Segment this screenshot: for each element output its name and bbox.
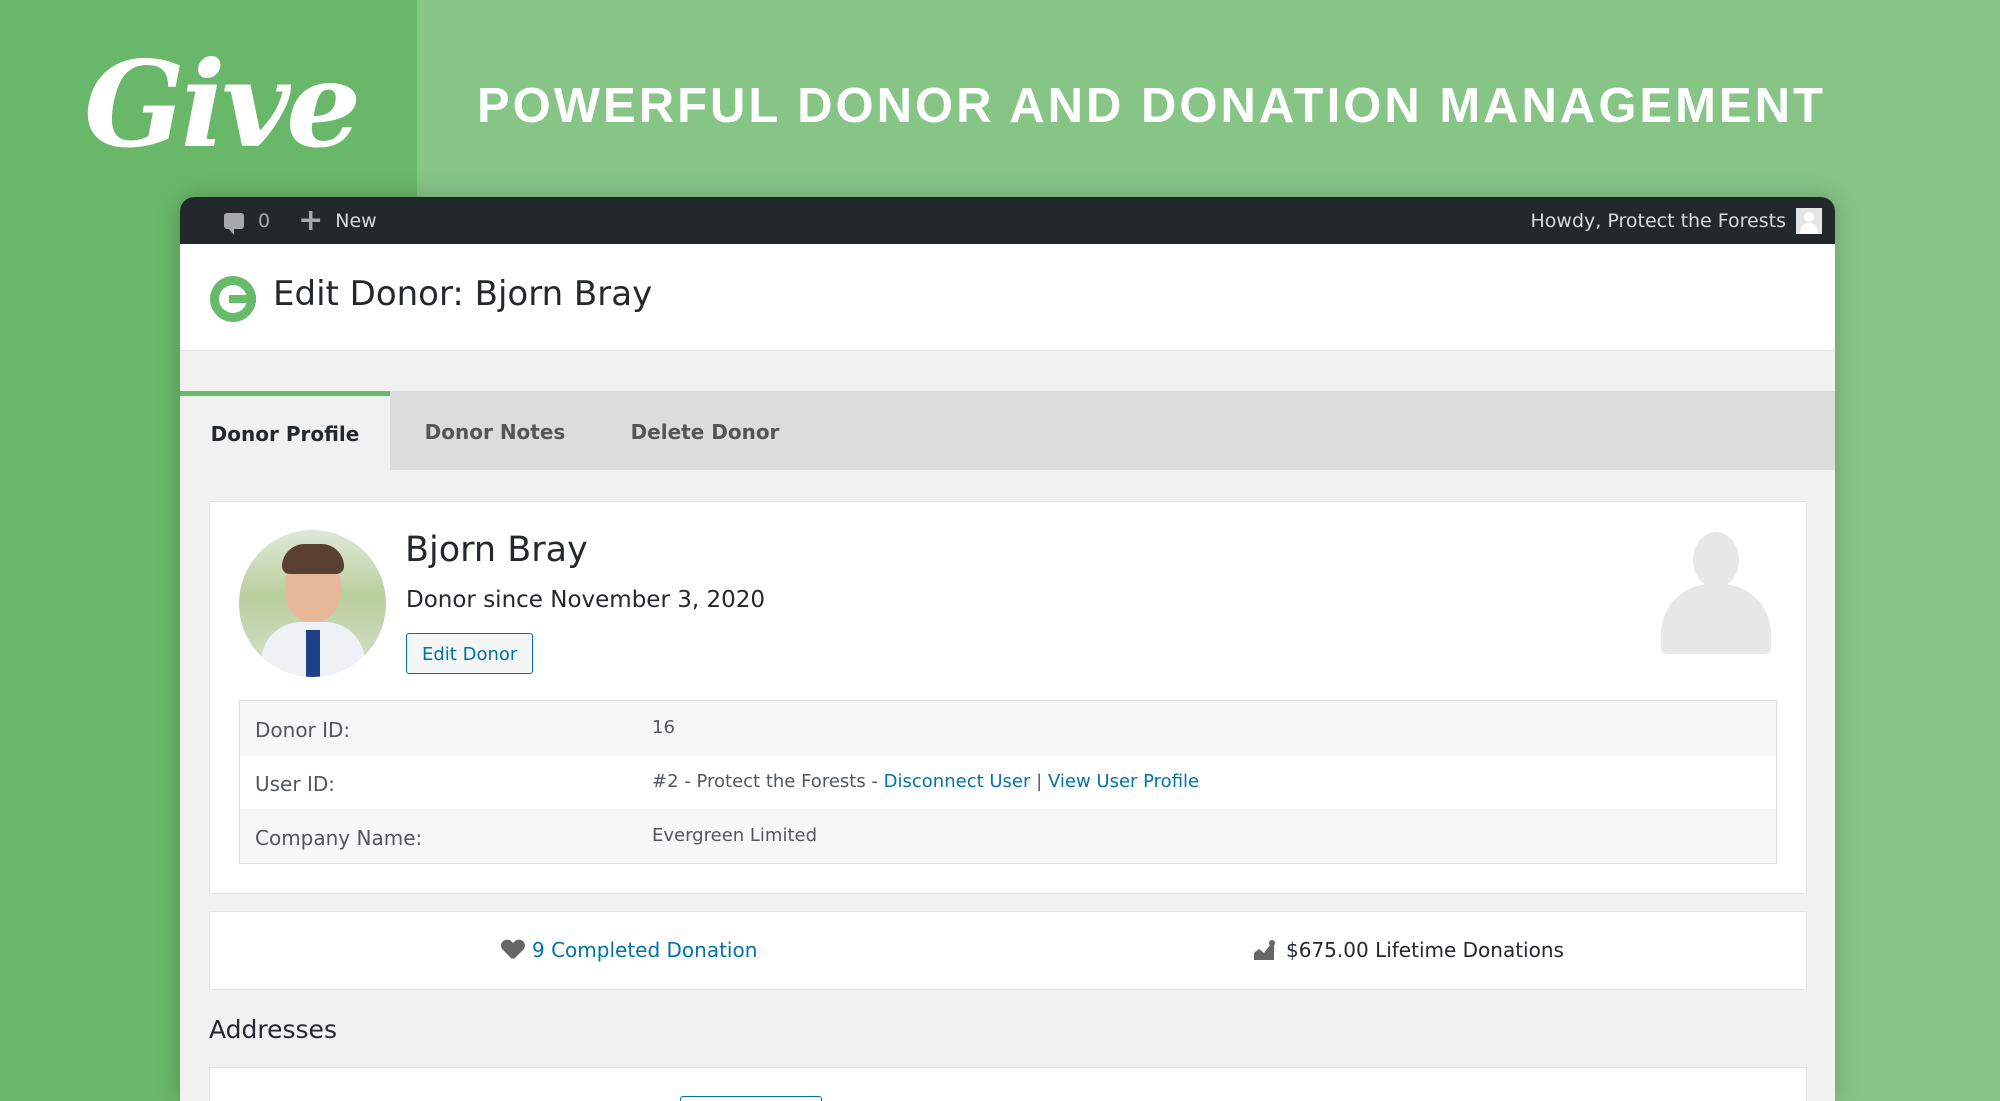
give-logo: Give [84, 35, 361, 174]
table-row: Company Name: Evergreen Limited [240, 809, 1776, 863]
account-menu[interactable]: Howdy, Protect the Forests [1531, 197, 1822, 244]
page-header: Edit Donor: Bjorn Bray [180, 244, 1835, 351]
company-name-label: Company Name: [255, 826, 423, 850]
donor-id-value: 16 [652, 717, 675, 738]
donor-profile-card: Bjorn Bray Donor since November 3, 2020 … [209, 501, 1807, 894]
admin-window: 0 + New Howdy, Protect the Forests Edit … [180, 197, 1835, 1101]
disconnect-user-link[interactable]: Disconnect User [884, 771, 1031, 792]
donor-placeholder-icon [1661, 532, 1771, 654]
user-id-text: #2 - Protect the Forests - [652, 771, 884, 792]
edit-donor-button[interactable]: Edit Donor [406, 633, 534, 674]
user-id-label: User ID: [255, 772, 335, 796]
lifetime-donations-text: $675.00 Lifetime Donations [1286, 938, 1564, 962]
donor-tabs: Donor Profile Donor Notes Delete Donor [180, 391, 1835, 470]
donor-details-table: Donor ID: 16 User ID: #2 - Protect the F… [239, 700, 1777, 864]
view-user-profile-link[interactable]: View User Profile [1048, 771, 1199, 792]
donor-stats-card: 9 Completed Donation $675.00 Lifetime Do… [209, 911, 1807, 990]
link-separator: | [1036, 771, 1043, 792]
addresses-heading: Addresses [209, 1015, 337, 1044]
comment-icon[interactable] [224, 212, 244, 235]
tab-donor-profile[interactable]: Donor Profile [180, 391, 390, 470]
donor-name: Bjorn Bray [405, 530, 588, 570]
admin-bar-left: 0 + New [224, 197, 377, 244]
marketing-headline: POWERFUL DONOR AND DONATION MANAGEMENT [477, 79, 1826, 133]
tab-delete-donor[interactable]: Delete Donor [600, 391, 810, 470]
user-avatar-icon[interactable] [1796, 207, 1822, 234]
lifetime-donations-stat: $675.00 Lifetime Donations [1252, 938, 1564, 962]
company-name-value: Evergreen Limited [652, 825, 818, 846]
donor-photo [239, 530, 386, 677]
address-action-button[interactable] [680, 1096, 822, 1101]
donor-since: Donor since November 3, 2020 [406, 587, 766, 613]
page-title: Edit Donor: Bjorn Bray [273, 274, 653, 314]
give-logo-icon [210, 276, 256, 322]
addresses-card [209, 1067, 1807, 1101]
user-id-value: #2 - Protect the Forests - Disconnect Us… [652, 771, 1199, 792]
completed-donations-link[interactable]: 9 Completed Donation [532, 938, 757, 962]
completed-donations-stat: 9 Completed Donation [502, 938, 757, 962]
admin-bar: 0 + New Howdy, Protect the Forests [180, 197, 1835, 244]
heart-icon [502, 940, 524, 960]
table-row: User ID: #2 - Protect the Forests - Disc… [240, 755, 1776, 809]
plus-icon[interactable]: + [298, 205, 323, 236]
table-row: Donor ID: 16 [240, 701, 1776, 755]
new-menu-link[interactable]: New [335, 210, 376, 232]
donor-id-label: Donor ID: [255, 718, 351, 742]
tab-donor-notes[interactable]: Donor Notes [390, 391, 600, 470]
greeting-text[interactable]: Howdy, Protect the Forests [1531, 210, 1786, 232]
comments-count[interactable]: 0 [258, 210, 270, 232]
chart-icon [1254, 940, 1275, 960]
